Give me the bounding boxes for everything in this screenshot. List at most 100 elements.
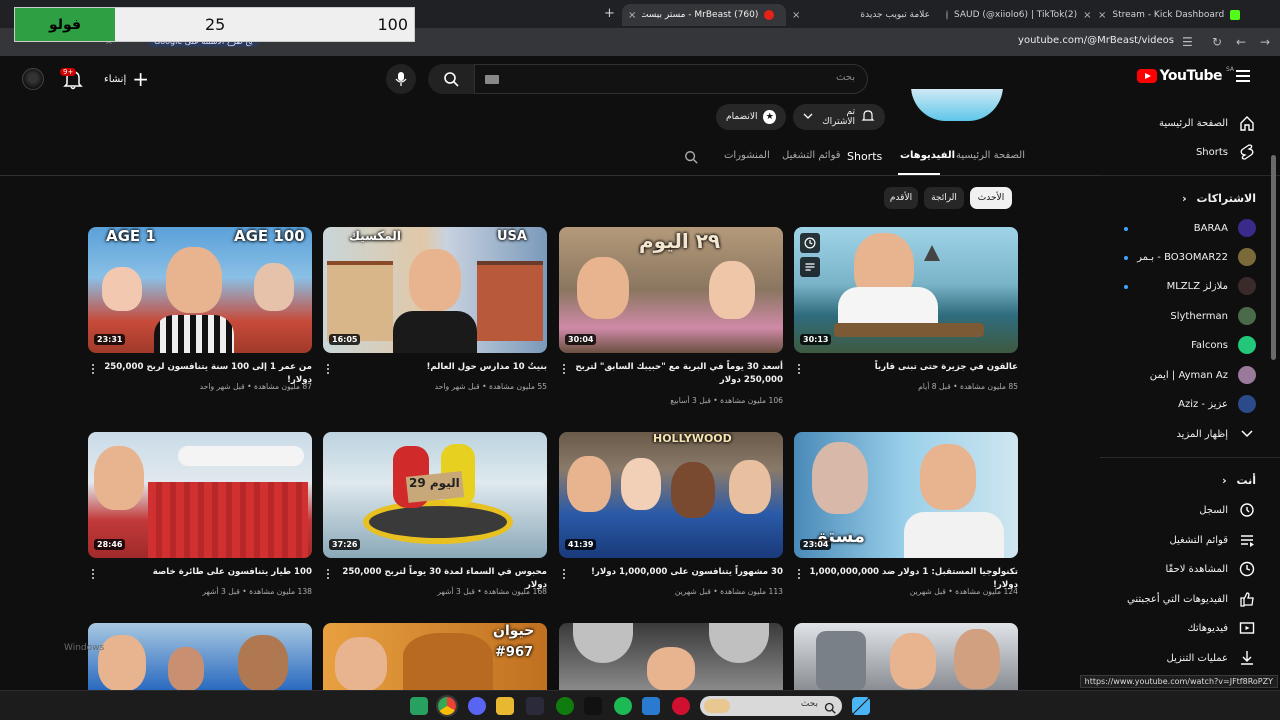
video-thumbnail[interactable] xyxy=(88,623,312,690)
forward-icon[interactable]: → xyxy=(1260,35,1270,49)
tab-posts[interactable]: المنشورات xyxy=(724,150,770,161)
close-icon[interactable]: × xyxy=(1098,10,1106,21)
video-card[interactable]: HOLLYWOOD 41:39 30 مشهوراً يتنافسون على … xyxy=(559,432,783,596)
more-options-icon[interactable] xyxy=(325,363,331,375)
close-icon[interactable]: × xyxy=(792,10,800,21)
files-icon[interactable] xyxy=(642,697,660,715)
sidebar-item-your-videos[interactable]: فيديوهاتك xyxy=(1187,616,1256,640)
sidebar-item-subscription[interactable]: Slytherman xyxy=(1170,304,1256,328)
chip-latest[interactable]: الأحدث xyxy=(970,187,1012,209)
create-button[interactable]: إنشاء + xyxy=(104,66,149,92)
url-text[interactable]: youtube.com/@MrBeast/videos xyxy=(1018,35,1174,46)
sidebar-scrollbar[interactable] xyxy=(1271,155,1276,360)
video-thumbnail[interactable]: ٢٩ اليوم 30:04 xyxy=(559,227,783,353)
video-card[interactable]: حيوان #967 xyxy=(323,623,547,690)
subscribed-button[interactable]: تم الاشتراك xyxy=(793,104,885,130)
sidebar-item-subscription[interactable]: Ayman Az | ايمن xyxy=(1150,363,1256,387)
youtube-logo[interactable]: YouTube SA xyxy=(1136,66,1234,84)
chip-popular[interactable]: الرائجة xyxy=(924,187,964,209)
video-card[interactable] xyxy=(559,623,783,690)
store-icon[interactable] xyxy=(672,697,690,715)
video-card[interactable]: AGE 1 AGE 100 23:31 من عمر 1 إلى 100 سنة… xyxy=(88,227,312,391)
tab-home[interactable]: الصفحة الرئيسية xyxy=(956,150,1025,161)
tab-videos[interactable]: الفيديوهات xyxy=(900,150,955,161)
video-thumbnail[interactable]: 28:46 xyxy=(88,432,312,558)
video-thumbnail[interactable]: HOLLYWOOD 41:39 xyxy=(559,432,783,558)
sidebar-item-subscription[interactable]: Falcons xyxy=(1191,333,1256,357)
sidebar-item-watch-later[interactable]: المشاهدة لاحقًا xyxy=(1165,557,1256,581)
video-thumbnail[interactable]: مستق 23:04 xyxy=(794,432,1018,558)
search-input[interactable]: بحث xyxy=(474,64,868,94)
more-options-icon[interactable] xyxy=(90,363,96,375)
more-options-icon[interactable] xyxy=(561,363,567,375)
sidebar-item-subscription[interactable]: ملازلز MLZLZ xyxy=(1167,274,1256,298)
video-title[interactable]: 100 طيار يتنافسون على طائرة خاصة xyxy=(102,566,312,579)
add-to-queue-icon[interactable] xyxy=(800,257,820,277)
video-card[interactable]: 28:46 100 طيار يتنافسون على طائرة خاصة 1… xyxy=(88,432,312,596)
sidebar-item-playlists[interactable]: قوائم التشغيل xyxy=(1169,528,1256,552)
folder-icon[interactable] xyxy=(496,697,514,715)
sidebar-item-liked-videos[interactable]: الفيديوهات التي أعجبتني xyxy=(1127,587,1256,611)
video-thumbnail[interactable]: حيوان #967 xyxy=(323,623,547,690)
voice-search-button[interactable] xyxy=(386,64,416,94)
more-options-icon[interactable] xyxy=(325,568,331,580)
sidebar-item-downloads[interactable]: عمليات التنزيل xyxy=(1167,646,1256,670)
video-title[interactable]: عالقون في جزيرة حتى تبنى قارباً xyxy=(808,361,1018,374)
channel-avatar[interactable] xyxy=(908,86,1006,124)
back-icon[interactable]: ← xyxy=(1236,35,1246,49)
keyboard-icon[interactable] xyxy=(485,75,499,84)
video-title[interactable]: بنيتُ 10 مدارس حول العالم! xyxy=(337,361,548,374)
join-button[interactable]: ★ الانضمام xyxy=(716,104,786,130)
sidebar-item-home[interactable]: الصفحة الرئيسية xyxy=(1159,111,1256,135)
menu-icon[interactable] xyxy=(1236,70,1250,85)
sidebar-item-show-more[interactable]: إظهار المزيد xyxy=(1176,422,1256,446)
taskbar-search[interactable]: بحث xyxy=(700,696,842,716)
video-card[interactable]: اليوم 29 37:26 محبوس في السماء لمدة 30 ي… xyxy=(323,432,547,596)
sidebar-item-subscription[interactable]: BO3OMAR22 - بـمر xyxy=(1137,245,1256,269)
capcut-icon[interactable] xyxy=(584,697,602,715)
video-thumbnail[interactable]: 30:13 xyxy=(794,227,1018,353)
reload-icon[interactable]: ↻ xyxy=(1212,35,1222,49)
close-icon[interactable]: × xyxy=(1083,10,1091,21)
close-icon[interactable]: × xyxy=(628,10,636,21)
site-settings-icon[interactable]: ☰ xyxy=(1182,35,1193,49)
video-thumbnail[interactable] xyxy=(559,623,783,690)
discord-icon[interactable] xyxy=(468,697,486,715)
tab-new-tab[interactable]: × علامة تبويب جديدة xyxy=(786,4,940,26)
sidebar-item-subscription[interactable]: BARAA xyxy=(1194,216,1256,240)
chrome-icon[interactable] xyxy=(436,695,458,717)
channel-search-icon[interactable] xyxy=(684,150,698,167)
video-title[interactable]: أسعد 30 يوماً في البرية مع "حبيبك السابق… xyxy=(573,361,783,387)
sidebar-item-history[interactable]: السجل xyxy=(1199,498,1256,522)
you-heading[interactable]: أنت ‹ xyxy=(1222,474,1256,487)
more-options-icon[interactable] xyxy=(90,568,96,580)
tab-mrbeast[interactable]: × (760) MrBeast - مستر بيست - Yo xyxy=(622,4,786,26)
more-options-icon[interactable] xyxy=(561,568,567,580)
account-avatar[interactable] xyxy=(22,68,44,90)
video-thumbnail[interactable]: اليوم 29 37:26 xyxy=(323,432,547,558)
sidebar-item-subscription[interactable]: عزيز - Aziz xyxy=(1178,392,1256,416)
subscriptions-heading[interactable]: الاشتراكات ‹ xyxy=(1182,192,1256,205)
search-button[interactable] xyxy=(428,64,474,94)
xbox-icon[interactable] xyxy=(556,697,574,715)
tab-shorts[interactable]: Shorts xyxy=(847,150,882,163)
app-icon[interactable] xyxy=(410,697,428,715)
new-tab-button[interactable]: + xyxy=(604,6,615,21)
tab-playlists[interactable]: قوائم التشغيل xyxy=(782,150,841,161)
more-options-icon[interactable] xyxy=(796,363,802,375)
more-options-icon[interactable] xyxy=(796,568,802,580)
tab-kick[interactable]: × Stream - Kick Dashboard xyxy=(1092,4,1252,26)
start-icon[interactable] xyxy=(852,697,870,715)
sidebar-item-shorts[interactable]: Shorts xyxy=(1196,140,1256,164)
steam-icon[interactable] xyxy=(526,697,544,715)
spotify-icon[interactable] xyxy=(614,697,632,715)
tab-tiktok[interactable]: × SAUD (@xiiolo6) | TikTok(2) xyxy=(940,4,1092,26)
video-card[interactable]: 30:13 عالقون في جزيرة حتى تبنى قارباً 85… xyxy=(794,227,1018,391)
video-thumbnail[interactable] xyxy=(794,623,1018,690)
video-card[interactable]: مستق 23:04 تكنولوجيا المستقبل: 1 دولار ض… xyxy=(794,432,1018,596)
video-card[interactable]: ٢٩ اليوم 30:04 أسعد 30 يوماً في البرية م… xyxy=(559,227,783,405)
video-card[interactable] xyxy=(88,623,312,690)
chip-oldest[interactable]: الأقدم xyxy=(884,187,918,209)
video-card[interactable]: المكسيك USA 16:05 بنيتُ 10 مدارس حول الع… xyxy=(323,227,547,391)
video-title[interactable]: 30 مشهوراً يتنافسون على 1,000,000 دولار! xyxy=(573,566,783,579)
